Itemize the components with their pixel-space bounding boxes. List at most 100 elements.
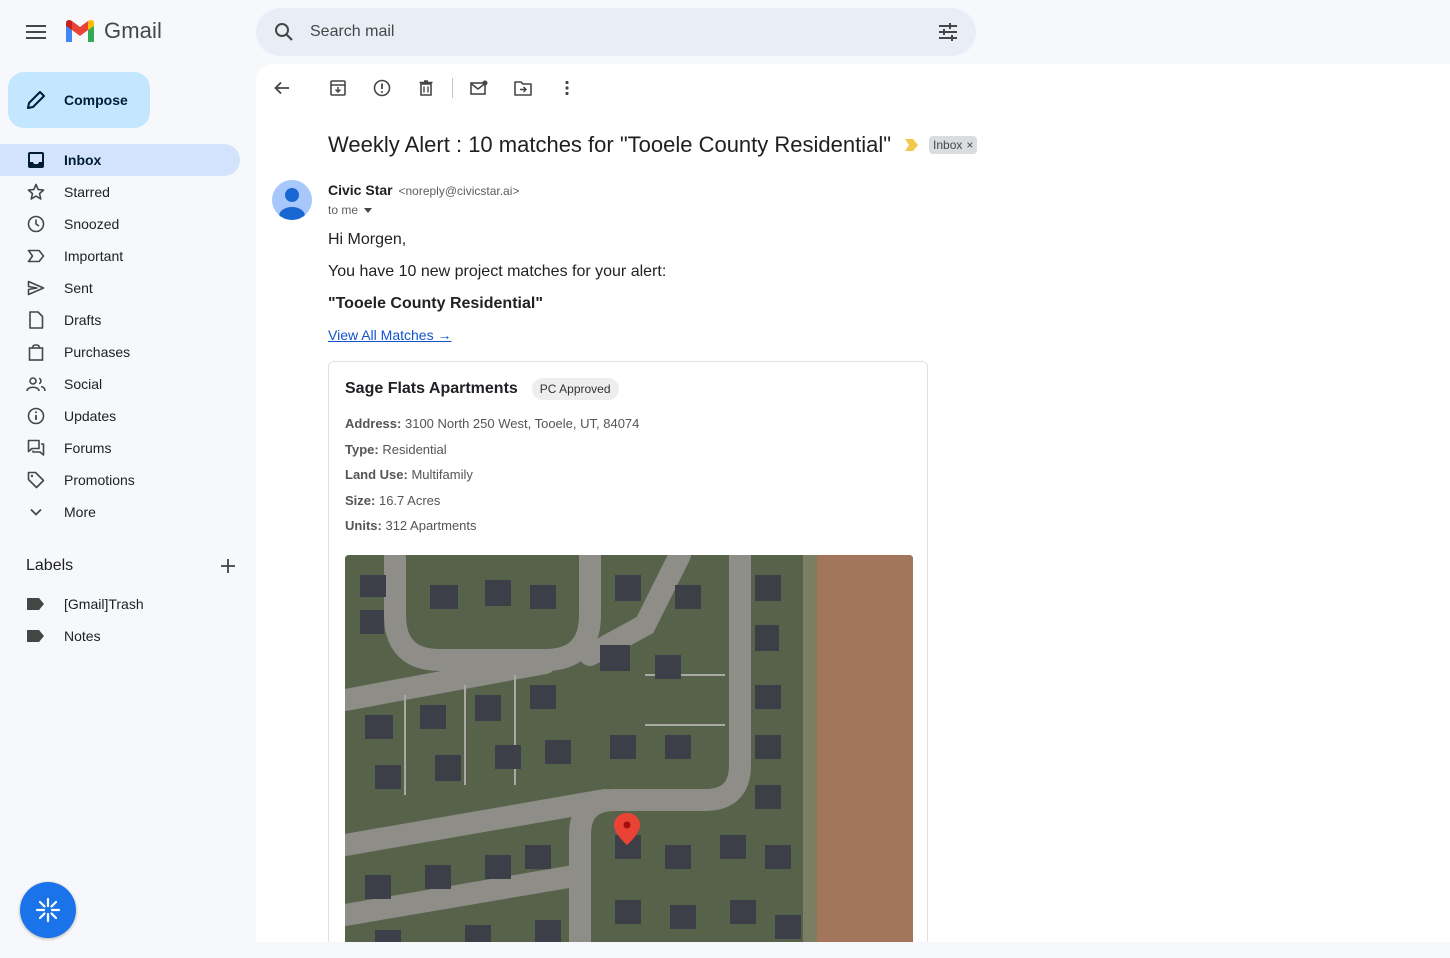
people-icon: [26, 374, 46, 394]
intro-text: You have 10 new project matches for your…: [328, 263, 667, 280]
gmail-logo[interactable]: Gmail: [64, 18, 162, 44]
shopping-bag-icon: [26, 342, 46, 362]
report-spam-icon[interactable]: [370, 76, 394, 100]
pencil-icon: [27, 91, 45, 109]
project-card: Sage Flats Apartments PC Approved Addres…: [328, 361, 928, 942]
info-icon: [26, 406, 46, 426]
tag-icon: [26, 470, 46, 490]
label-icon: [26, 594, 46, 614]
sidebar-item-label: Purchases: [64, 344, 131, 360]
sidebar-item-label: Inbox: [64, 152, 102, 168]
main-menu-icon[interactable]: [24, 20, 48, 44]
sidebar-item-label: Drafts: [64, 312, 102, 328]
star-icon: [26, 182, 46, 202]
project-size: Size: 16.7 Acres: [345, 493, 440, 508]
search-icon[interactable]: [272, 20, 296, 44]
remove-label-icon[interactable]: ×: [966, 138, 973, 152]
label-item-text: Notes: [64, 628, 101, 644]
label-item-notes[interactable]: Notes: [0, 620, 240, 652]
sender-line: Civic Star <noreply@civicstar.ai>: [328, 182, 519, 198]
recipient-details-toggle[interactable]: to me: [328, 203, 373, 217]
important-marker-icon[interactable]: [905, 139, 919, 151]
sidebar-item-label: Forums: [64, 440, 112, 456]
sender-avatar: [272, 180, 312, 220]
sidebar-item-starred[interactable]: Starred: [0, 176, 240, 208]
move-to-icon[interactable]: [511, 76, 535, 100]
more-options-icon[interactable]: [555, 76, 579, 100]
inbox-chip-label: Inbox: [933, 138, 963, 152]
add-label-icon[interactable]: [216, 554, 240, 578]
labels-header: Labels: [26, 554, 240, 578]
recipient-label: to me: [328, 203, 359, 217]
sidebar-item-label: Starred: [64, 184, 110, 200]
sidebar-item-label: Sent: [64, 280, 93, 296]
person-icon: [279, 188, 305, 220]
sidebar-item-label: More: [64, 504, 96, 520]
project-units: Units: 312 Apartments: [345, 518, 477, 533]
back-arrow-icon[interactable]: [270, 76, 294, 100]
status-badge: PC Approved: [531, 378, 619, 400]
search-input[interactable]: [310, 20, 910, 44]
archive-icon[interactable]: [326, 76, 350, 100]
sidebar-item-purchases[interactable]: Purchases: [0, 336, 240, 368]
project-land-use: Land Use: Multifamily: [345, 467, 473, 482]
message-toolbar: [270, 76, 599, 100]
sidebar-item-label: Updates: [64, 408, 117, 424]
sidebar-item-drafts[interactable]: Drafts: [0, 304, 240, 336]
forum-icon: [26, 438, 46, 458]
toolbar-divider: [452, 78, 453, 98]
sidebar-item-more[interactable]: More: [0, 496, 240, 528]
field-label: Land Use:: [345, 467, 408, 482]
field-value: Multifamily: [411, 467, 473, 482]
field-value: 3100 North 250 West, Tooele, UT, 84074: [404, 416, 640, 431]
labels-list: [Gmail]Trash Notes: [0, 588, 256, 652]
gmail-m-icon: [66, 19, 94, 42]
view-all-matches-link[interactable]: View All Matches →: [328, 327, 451, 343]
sidebar-item-updates[interactable]: Updates: [0, 400, 240, 432]
search-bar: [256, 8, 976, 56]
subject-row: Weekly Alert : 10 matches for "Tooele Co…: [328, 132, 978, 158]
satellite-map-image[interactable]: [345, 555, 913, 942]
sidebar-item-label: Snoozed: [64, 216, 120, 232]
top-bar: Gmail: [0, 0, 1450, 64]
inbox-icon: [26, 150, 46, 170]
inbox-label-chip: Inbox ×: [929, 136, 978, 154]
sidebar-item-promotions[interactable]: Promotions: [0, 464, 240, 496]
chevron-down-icon: [26, 502, 46, 522]
sender-email: <noreply@civicstar.ai>: [398, 184, 520, 198]
field-label: Type:: [345, 442, 379, 457]
sidebar-item-sent[interactable]: Sent: [0, 272, 240, 304]
sparkle-icon: [35, 897, 61, 923]
send-icon: [26, 278, 46, 298]
search-options-icon[interactable]: [936, 20, 960, 44]
sidebar-item-important[interactable]: Important: [0, 240, 240, 272]
sidebar-nav: Inbox Starred Snoozed Important Sent Dra…: [0, 144, 256, 528]
compose-button[interactable]: Compose: [8, 72, 150, 128]
mark-unread-icon[interactable]: [467, 76, 491, 100]
email-subject: Weekly Alert : 10 matches for "Tooele Co…: [328, 132, 892, 157]
field-value: 16.7 Acres: [378, 493, 441, 508]
assistant-button[interactable]: [20, 882, 76, 938]
sidebar-item-inbox[interactable]: Inbox: [0, 144, 240, 176]
project-type: Type: Residential: [345, 442, 447, 457]
sidebar-item-social[interactable]: Social: [0, 368, 240, 400]
field-value: Residential: [382, 442, 447, 457]
message-view: Weekly Alert : 10 matches for "Tooele Co…: [256, 64, 1450, 942]
app-name: Gmail: [104, 18, 162, 43]
label-item-gmail-trash[interactable]: [Gmail]Trash: [0, 588, 240, 620]
label-icon: [26, 626, 46, 646]
project-title: Sage Flats Apartments: [345, 380, 518, 397]
greeting-text: Hi Morgen,: [328, 231, 407, 248]
field-label: Size:: [345, 493, 376, 508]
sidebar-item-label: Social: [64, 376, 103, 392]
field-value: 312 Apartments: [385, 518, 477, 533]
clock-icon: [26, 214, 46, 234]
draft-icon: [26, 310, 46, 330]
sender-name[interactable]: Civic Star: [328, 182, 393, 198]
labels-heading: Labels: [26, 557, 74, 574]
sidebar-item-snoozed[interactable]: Snoozed: [0, 208, 240, 240]
sidebar-item-label: Important: [64, 248, 124, 264]
delete-icon[interactable]: [414, 76, 438, 100]
caret-down-icon: [364, 207, 373, 213]
sidebar-item-forums[interactable]: Forums: [0, 432, 240, 464]
